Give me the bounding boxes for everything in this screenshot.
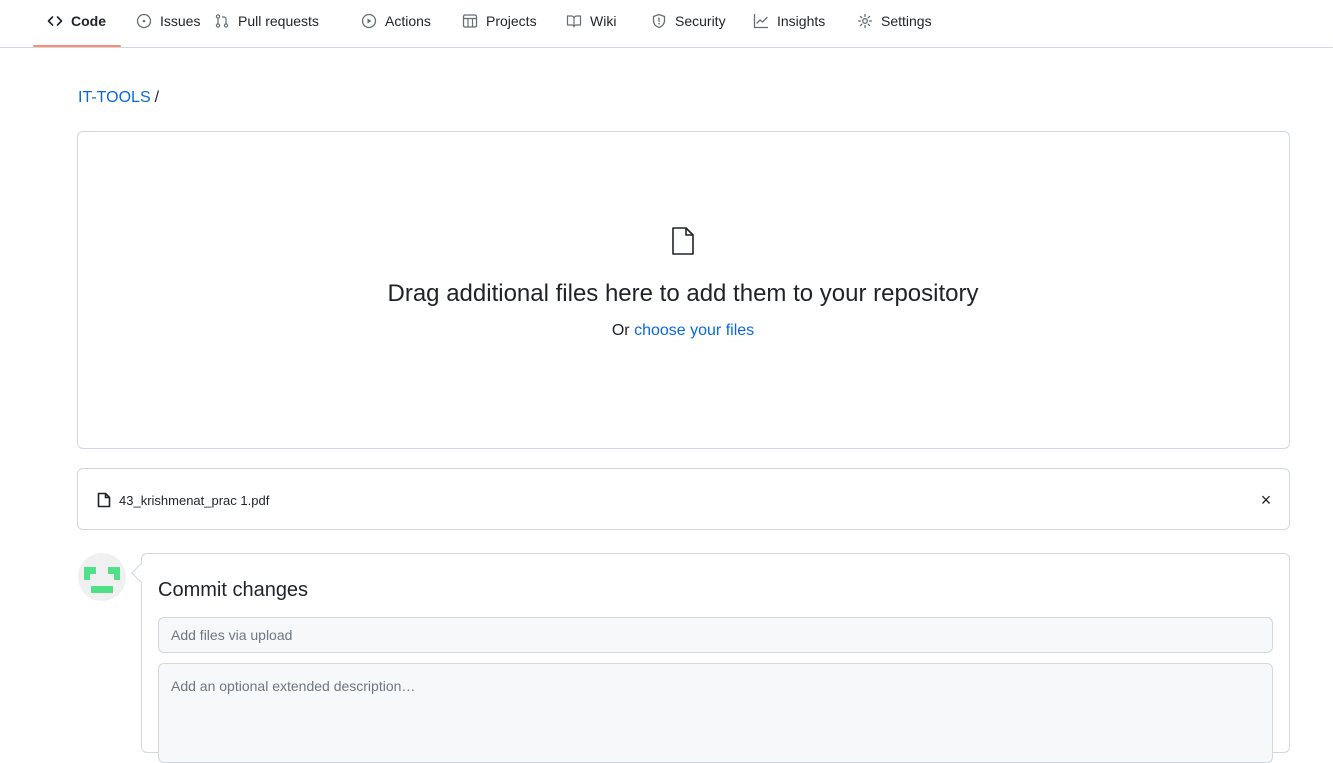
graph-icon — [753, 13, 769, 29]
tab-label: Projects — [486, 13, 537, 29]
code-icon — [47, 13, 63, 29]
x-icon[interactable]: × — [1256, 489, 1276, 511]
tab-label: Pull requests — [238, 13, 319, 29]
choose-files-link[interactable]: choose your files — [634, 322, 754, 339]
tab-wiki[interactable]: Wiki — [566, 6, 616, 36]
breadcrumb-separator: / — [154, 89, 160, 106]
tab-code[interactable]: Code — [47, 6, 106, 36]
uploaded-file-row: 43_krishmenat_prac 1.pdf × — [77, 468, 1290, 530]
tab-settings[interactable]: Settings — [857, 6, 932, 36]
commit-summary-input[interactable] — [158, 617, 1273, 653]
gear-icon — [857, 13, 873, 29]
tab-label: Insights — [777, 13, 826, 29]
tab-security[interactable]: Security — [651, 6, 726, 36]
commit-title: Commit changes — [158, 579, 309, 601]
repo-nav: Code Issues Pull requests Actions Projec… — [0, 0, 1333, 48]
tab-issues[interactable]: Issues — [136, 6, 200, 36]
issue-opened-icon — [136, 13, 152, 29]
tab-actions[interactable]: Actions — [361, 6, 431, 36]
shield-icon — [651, 13, 667, 29]
uploaded-file-name: 43_krishmenat_prac 1.pdf — [119, 493, 270, 508]
git-pull-request-icon — [214, 13, 230, 29]
breadcrumb: IT-TOOLS / — [78, 89, 159, 107]
tab-label: Actions — [385, 13, 431, 29]
selected-tab-indicator — [33, 45, 121, 47]
file-icon — [97, 492, 111, 508]
commit-description-input[interactable] — [158, 663, 1273, 763]
book-icon — [566, 13, 582, 29]
dropzone-title: Drag additional files here to add them t… — [387, 280, 979, 307]
table-icon — [462, 13, 478, 29]
tab-projects[interactable]: Projects — [462, 6, 537, 36]
play-icon — [361, 13, 377, 29]
tab-label: Issues — [160, 13, 201, 29]
tab-pull-requests[interactable]: Pull requests — [214, 6, 319, 36]
tab-insights[interactable]: Insights — [753, 6, 825, 36]
dropzone-subtitle-prefix: Or — [611, 322, 630, 339]
dropzone-subtitle: Or choose your files — [0, 322, 1333, 340]
avatar[interactable] — [78, 553, 126, 601]
file-icon — [671, 226, 695, 256]
tab-label: Settings — [881, 13, 932, 29]
tab-label: Wiki — [590, 13, 617, 29]
tab-label: Code — [71, 13, 106, 29]
tab-label: Security — [675, 13, 726, 29]
breadcrumb-repo-link[interactable]: IT-TOOLS — [78, 89, 151, 107]
